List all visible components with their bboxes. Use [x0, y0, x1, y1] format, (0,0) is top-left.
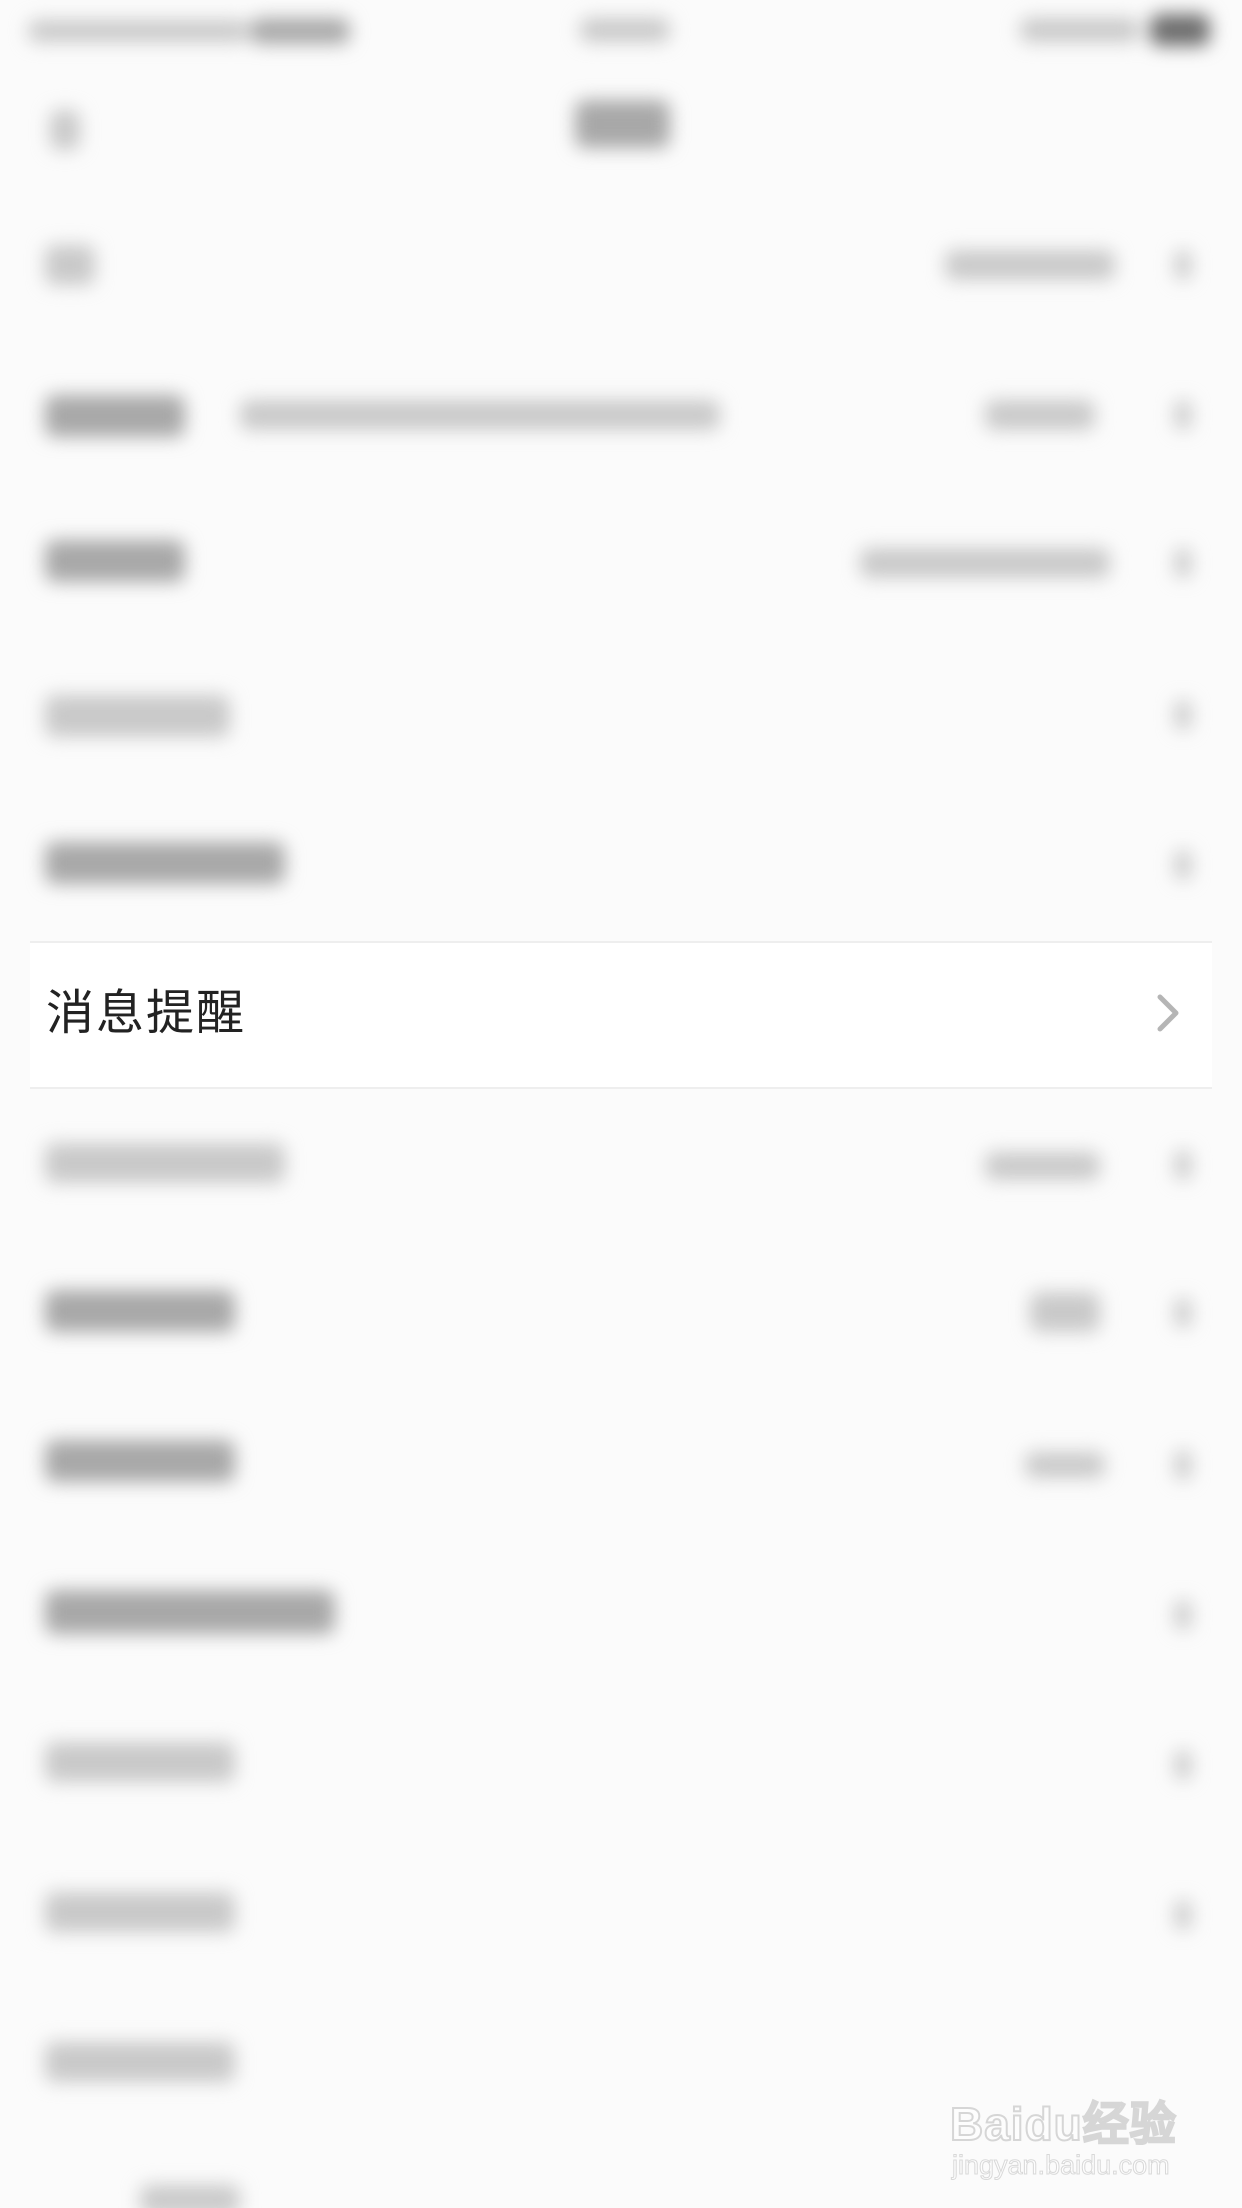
row-2-detail [240, 400, 720, 430]
row-10-label [45, 1590, 335, 1634]
row-2-label [45, 395, 185, 437]
row-chevron-icon [1175, 700, 1191, 730]
status-bar-carrier [250, 18, 350, 44]
row-1-value [945, 250, 1115, 280]
row-chevron-icon [1175, 1600, 1191, 1630]
row-4-label [45, 695, 230, 737]
status-bar-left [28, 20, 248, 42]
settings-screen: 消息提醒 Baidu经验 jingyan.baidu.com [0, 0, 1242, 2208]
row-chevron-icon [1175, 1900, 1191, 1930]
row-chevron-icon [1175, 1298, 1191, 1328]
baidu-jingyan-watermark: Baidu经验 jingyan.baidu.com [949, 2070, 1190, 2190]
row-9-value [1025, 1452, 1105, 1478]
row-chevron-icon [1175, 850, 1191, 880]
row-chevron-icon [1175, 250, 1191, 280]
row-7-value [985, 1152, 1100, 1180]
row-chevron-icon [1175, 548, 1191, 578]
row-3-label [45, 540, 185, 582]
message-reminder-label: 消息提醒 [46, 985, 247, 1041]
row-7-label [45, 1143, 285, 1183]
blurred-background [0, 0, 1242, 2208]
chevron-right-icon [1157, 994, 1179, 1032]
row-5-label [45, 842, 285, 884]
row-11-label [45, 1742, 235, 1782]
watermark-brand: Baidu经验 [949, 2097, 1177, 2151]
row-8-value [1030, 1292, 1100, 1332]
row-chevron-icon [1175, 1150, 1191, 1180]
message-reminder-row[interactable]: 消息提醒 [30, 941, 1212, 1089]
row-14-label [140, 2185, 240, 2208]
row-chevron-icon [1175, 1750, 1191, 1780]
row-13-label [45, 2042, 235, 2082]
row-2-value [985, 400, 1095, 430]
back-icon[interactable] [50, 110, 80, 150]
page-title [575, 100, 670, 148]
row-8-label [45, 1290, 235, 1332]
row-3-value [860, 548, 1110, 578]
battery-icon [1150, 14, 1210, 46]
row-9-label [45, 1440, 235, 1482]
row-1-label [45, 245, 95, 285]
status-bar-right [1020, 18, 1140, 42]
watermark-url: jingyan.baidu.com [952, 2150, 1171, 2181]
row-12-label [45, 1892, 235, 1932]
row-chevron-icon [1175, 1450, 1191, 1480]
status-bar-time [580, 18, 670, 42]
row-chevron-icon [1175, 400, 1191, 430]
